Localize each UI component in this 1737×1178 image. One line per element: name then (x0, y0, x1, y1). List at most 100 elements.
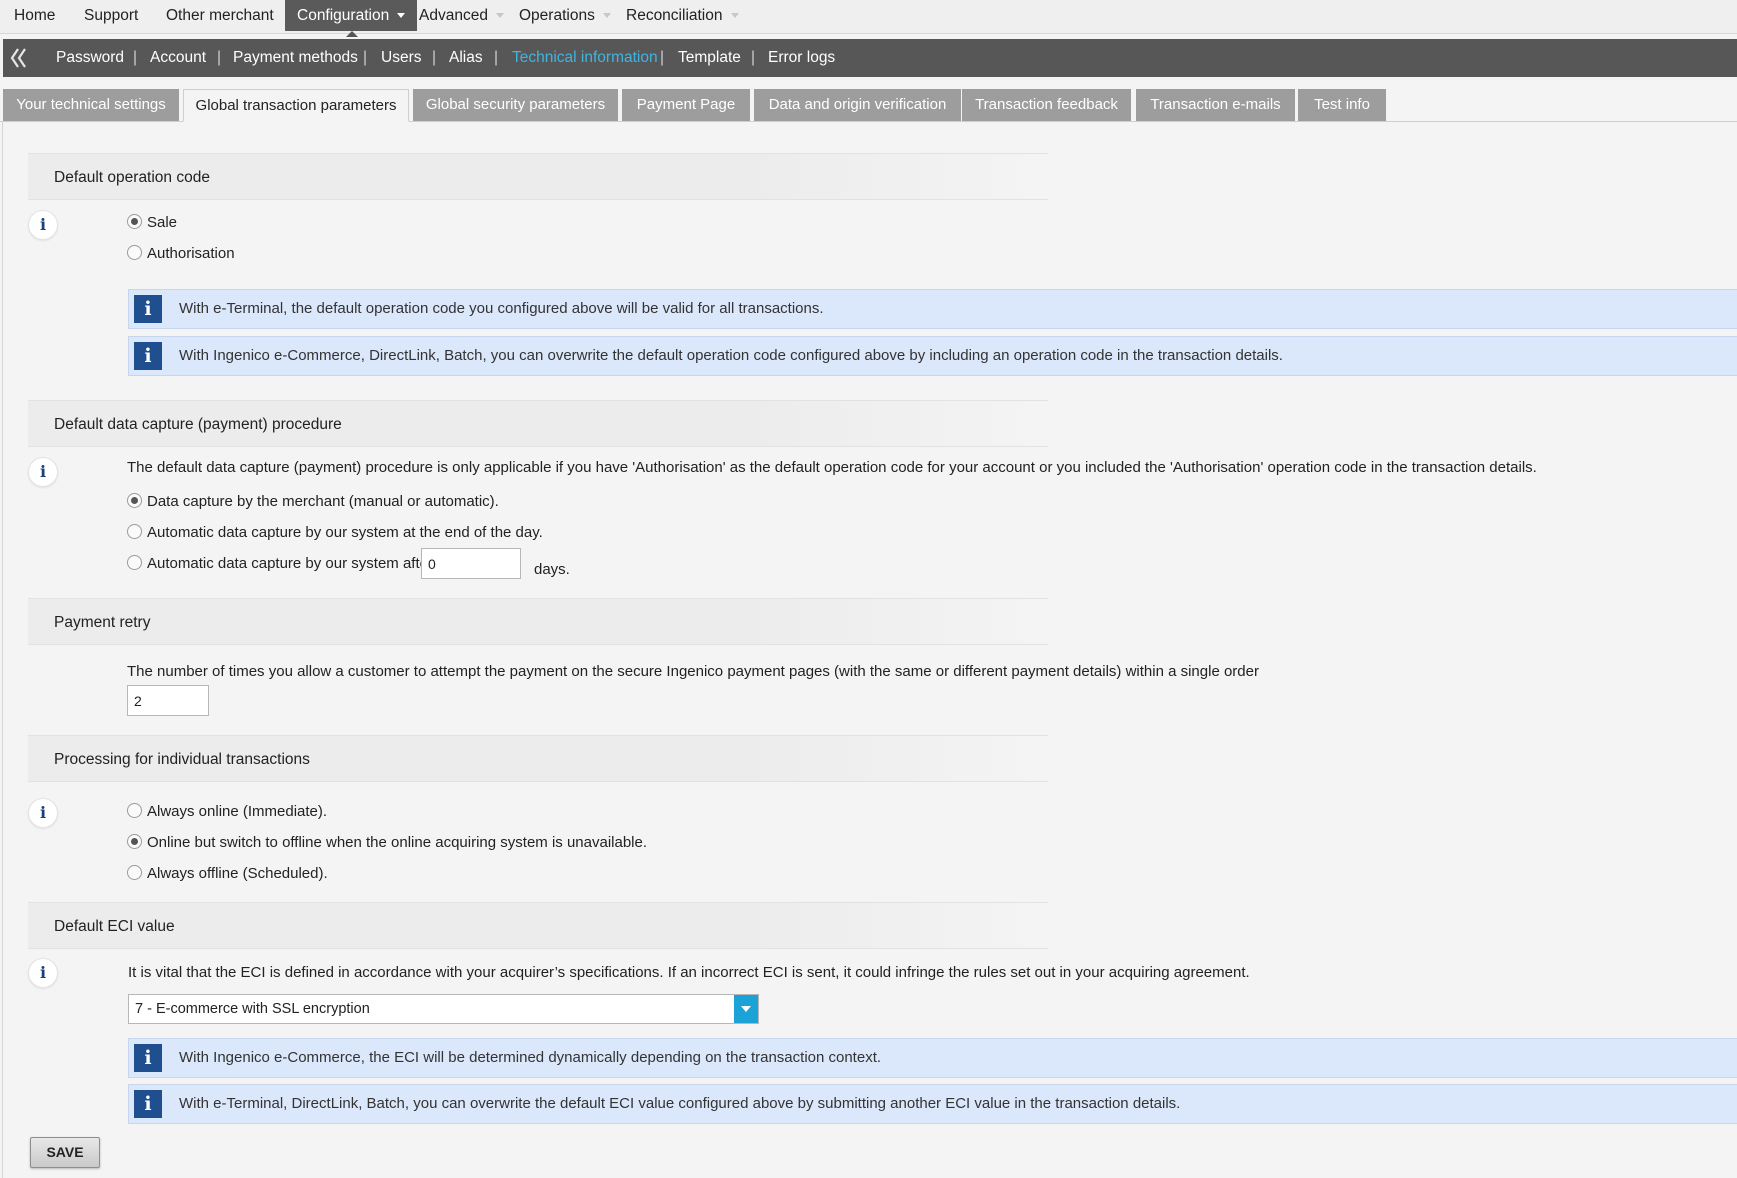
radio-authorisation[interactable]: Authorisation (127, 243, 235, 265)
eci-select[interactable]: 7 - E-commerce with SSL encryption (128, 994, 759, 1024)
topnav-other-merchant-label: Other merchant (166, 7, 274, 24)
tab-your-technical-settings[interactable]: Your technical settings (3, 89, 179, 121)
subnav-alias[interactable]: Alias (449, 39, 483, 77)
subnav-separator: | (660, 49, 665, 66)
info-icon-glyph: i (39, 215, 47, 234)
section-header-payment-retry: Payment retry (28, 598, 1048, 645)
section-header-data-capture: Default data capture (payment) procedure (28, 400, 1048, 447)
info-icon-glyph: i (144, 1093, 152, 1115)
info-icon: i (134, 1044, 162, 1072)
info-icon-glyph: i (39, 462, 47, 481)
topnav-configuration[interactable]: Configuration (285, 0, 418, 37)
radio-label: Always online (Immediate). (147, 803, 328, 820)
info-icon: i (134, 1090, 162, 1118)
capture-days-input[interactable] (421, 548, 521, 579)
payment-retry-description: The number of times you allow a customer… (127, 663, 1259, 680)
days-suffix: days. (534, 561, 570, 578)
subnav-separator: | (133, 49, 138, 66)
tab-test-info[interactable]: Test info (1298, 89, 1386, 121)
double-chevron-left-icon[interactable] (9, 43, 29, 73)
info-icon: i (134, 342, 162, 370)
subnav-technical-information[interactable]: Technical information (512, 39, 658, 77)
radio-label: Online but switch to offline when the on… (147, 834, 648, 851)
radio-button[interactable] (127, 803, 142, 818)
radio-button[interactable] (127, 834, 142, 849)
radio-label: Authorisation (147, 245, 235, 262)
radio-always-offline[interactable]: Always offline (Scheduled). (127, 863, 328, 885)
info-icon[interactable]: i (28, 958, 58, 988)
subnav-account[interactable]: Account (150, 39, 206, 77)
tab-transaction-emails[interactable]: Transaction e-mails (1136, 89, 1295, 121)
radio-label: Automatic data capture by our system at … (147, 524, 543, 541)
info-icon-glyph: i (144, 1047, 152, 1069)
chevron-down-icon (397, 13, 406, 18)
info-icon-glyph: i (39, 963, 47, 982)
tab-payment-page[interactable]: Payment Page (622, 89, 750, 121)
radio-capture-after-days[interactable]: Automatic data capture by our system aft… (127, 553, 433, 575)
subnav-template[interactable]: Template (678, 39, 741, 77)
notice-text: With Ingenico e-Commerce, the ECI will b… (179, 1049, 882, 1066)
radio-button[interactable] (127, 245, 142, 260)
topnav-home[interactable]: Home (14, 0, 55, 31)
topnav-support[interactable]: Support (84, 0, 138, 31)
info-icon[interactable]: i (28, 210, 58, 240)
info-icon-glyph: i (144, 345, 152, 367)
topnav-reconciliation[interactable]: Reconciliation (626, 0, 739, 31)
radio-button[interactable] (127, 214, 142, 229)
notice-text: With e-Terminal, the default operation c… (179, 300, 824, 317)
payment-retry-input[interactable] (127, 685, 209, 716)
subnav-separator: | (494, 49, 499, 66)
subnav-payment-methods[interactable]: Payment methods (233, 39, 358, 77)
topnav-advanced[interactable]: Advanced (419, 0, 504, 31)
info-icon-glyph: i (144, 298, 152, 320)
settings-tabs: Your technical settings Global transacti… (0, 89, 1737, 122)
radio-button[interactable] (127, 555, 142, 570)
chevron-down-icon[interactable] (734, 995, 758, 1023)
topnav-reconciliation-label: Reconciliation (626, 7, 723, 24)
sub-navigation: Password | Account | Payment methods | U… (3, 39, 1737, 77)
radio-label: Automatic data capture by our system aft… (147, 555, 433, 572)
tab-data-and-origin-verification[interactable]: Data and origin verification (754, 89, 961, 121)
radio-button[interactable] (127, 524, 142, 539)
subnav-separator: | (363, 49, 368, 66)
topnav-support-label: Support (84, 7, 139, 24)
tab-transaction-feedback[interactable]: Transaction feedback (962, 89, 1131, 121)
info-icon[interactable]: i (28, 457, 58, 487)
chevron-down-icon (495, 13, 504, 18)
chevron-down-icon (730, 13, 739, 18)
subnav-separator: | (217, 49, 222, 66)
subnav-users[interactable]: Users (381, 39, 421, 77)
section-header-eci: Default ECI value (28, 902, 1048, 949)
notice-text: With Ingenico e-Commerce, DirectLink, Ba… (179, 347, 1283, 364)
radio-button[interactable] (127, 493, 142, 508)
chevron-down-icon (602, 13, 611, 18)
radio-capture-by-merchant[interactable]: Data capture by the merchant (manual or … (127, 491, 499, 513)
radio-sale[interactable]: Sale (127, 212, 177, 234)
radio-label: Always offline (Scheduled). (147, 865, 328, 882)
topnav-other-merchant[interactable]: Other merchant (166, 0, 274, 31)
info-icon[interactable]: i (28, 798, 58, 828)
topnav-configuration-label: Configuration (297, 7, 390, 24)
subnav-separator: | (751, 49, 756, 66)
data-capture-description: The default data capture (payment) proce… (127, 459, 1537, 476)
section-header-processing: Processing for individual transactions (28, 735, 1048, 782)
radio-always-online[interactable]: Always online (Immediate). (127, 801, 327, 823)
info-notice: i With Ingenico e-Commerce, the ECI will… (128, 1038, 1737, 1078)
topnav-operations-label: Operations (519, 7, 595, 24)
top-navigation: Home Support Other merchant Configuratio… (0, 0, 1737, 37)
radio-label: Data capture by the merchant (manual or … (147, 493, 499, 510)
info-icon-glyph: i (39, 803, 47, 822)
subnav-separator: | (432, 49, 437, 66)
radio-online-switch-offline[interactable]: Online but switch to offline when the on… (127, 832, 647, 854)
radio-button[interactable] (127, 865, 142, 880)
info-icon: i (134, 295, 162, 323)
topnav-home-label: Home (14, 7, 56, 24)
radio-capture-end-of-day[interactable]: Automatic data capture by our system at … (127, 522, 543, 544)
topnav-operations[interactable]: Operations (519, 0, 611, 31)
subnav-error-logs[interactable]: Error logs (768, 39, 835, 77)
info-notice: i With e-Terminal, the default operation… (128, 289, 1737, 329)
tab-global-transaction-parameters[interactable]: Global transaction parameters (183, 89, 409, 122)
subnav-password[interactable]: Password (56, 39, 124, 77)
tab-global-security-parameters[interactable]: Global security parameters (413, 89, 618, 121)
save-button[interactable]: SAVE (30, 1137, 100, 1168)
